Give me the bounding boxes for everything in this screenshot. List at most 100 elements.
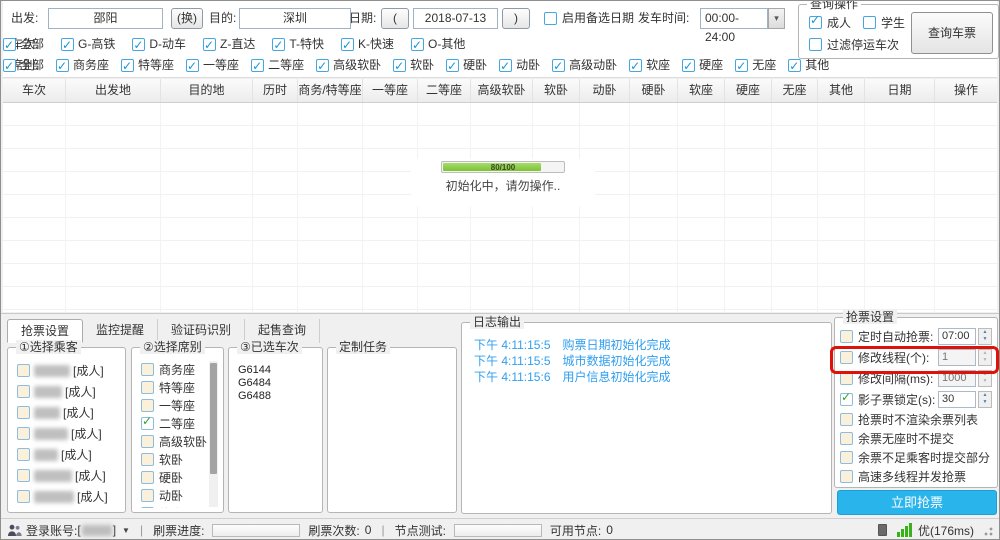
depart-time-select[interactable]: 00:00-24:00 — [700, 8, 768, 29]
table-column-header[interactable]: 一等座 — [363, 79, 418, 102]
grab-option-checkbox[interactable] — [840, 413, 853, 426]
seat-type-checkbox[interactable] — [499, 59, 512, 72]
selected-train-item[interactable]: G6144 — [233, 364, 318, 377]
seat-type-checkbox[interactable] — [316, 59, 329, 72]
seat-select-checkbox[interactable] — [141, 489, 154, 502]
grab-option-checkbox[interactable] — [840, 451, 853, 464]
train-type-checkbox[interactable] — [3, 38, 16, 51]
grab-setting-checkbox[interactable] — [840, 330, 853, 343]
passenger-checkbox[interactable] — [17, 364, 30, 377]
seat-select-row[interactable]: 二等座 — [136, 414, 219, 432]
seat-type-checkbox[interactable] — [251, 59, 264, 72]
grab-setting-value[interactable]: 30 — [938, 391, 976, 408]
table-column-header[interactable]: 日期 — [865, 79, 935, 102]
adult-checkbox[interactable] — [809, 16, 822, 29]
resize-grip[interactable] — [982, 525, 993, 536]
seat-select-checkbox[interactable] — [141, 471, 154, 484]
passenger-row[interactable]: [成人] — [12, 402, 121, 423]
swap-button[interactable]: (换) — [171, 8, 203, 29]
seat-select-row[interactable]: 一等座 — [136, 396, 219, 414]
seat-type-checkbox[interactable] — [186, 59, 199, 72]
seat-select-row[interactable]: 动卧 — [136, 486, 219, 504]
table-column-header[interactable]: 硬座 — [725, 79, 772, 102]
depart-input[interactable]: 邵阳 — [48, 8, 163, 29]
passenger-row[interactable]: [成人] — [12, 444, 121, 465]
passenger-row[interactable]: [成人] — [12, 381, 121, 402]
seat-type-checkbox[interactable] — [788, 59, 801, 72]
grab-setting-checkbox[interactable] — [840, 393, 853, 406]
student-checkbox[interactable] — [863, 16, 876, 29]
backup-date-checkbox[interactable] — [544, 12, 557, 25]
table-column-header[interactable]: 目的地 — [161, 79, 253, 102]
table-column-header[interactable]: 硬卧 — [630, 79, 678, 102]
seat-select-checkbox[interactable] — [141, 453, 154, 466]
seat-select-checkbox[interactable] — [141, 363, 154, 376]
table-column-header[interactable]: 高级软卧 — [471, 79, 533, 102]
passenger-checkbox[interactable] — [17, 385, 30, 398]
grab-now-button[interactable]: 立即抢票 — [837, 490, 997, 515]
table-column-header[interactable]: 车次 — [3, 79, 66, 102]
date-next-button[interactable]: ) — [502, 8, 530, 29]
table-column-header[interactable]: 其他 — [818, 79, 865, 102]
selected-train-item[interactable]: G6488 — [233, 390, 318, 403]
seat-select-row[interactable]: 商务座 — [136, 360, 219, 378]
passenger-checkbox[interactable] — [17, 448, 30, 461]
seat-type-checkbox[interactable] — [735, 59, 748, 72]
spinner-up-down-icon[interactable]: ▲▼ — [978, 391, 992, 408]
depart-time-arrow-icon[interactable]: ▾ — [768, 8, 785, 29]
seat-select-checkbox[interactable] — [141, 435, 154, 448]
grab-option-checkbox[interactable] — [840, 432, 853, 445]
train-type-checkbox[interactable] — [203, 38, 216, 51]
table-column-header[interactable]: 动卧 — [580, 79, 630, 102]
passenger-row[interactable]: [成人] — [12, 360, 121, 381]
train-type-checkbox[interactable] — [61, 38, 74, 51]
passenger-checkbox[interactable] — [17, 490, 30, 503]
seat-select-checkbox[interactable] — [141, 507, 154, 509]
passenger-row[interactable]: [成人] — [12, 423, 121, 444]
table-column-header[interactable]: 二等座 — [418, 79, 471, 102]
seat-select-row[interactable]: 硬卧 — [136, 468, 219, 486]
grab-setting-value[interactable]: 07:00 — [938, 328, 976, 345]
seat-select-row[interactable]: 软卧 — [136, 450, 219, 468]
table-column-header[interactable]: 操作 — [935, 79, 997, 102]
query-tickets-button[interactable]: 查询车票 — [911, 12, 993, 54]
table-column-header[interactable]: 软卧 — [533, 79, 580, 102]
passenger-checkbox[interactable] — [17, 469, 30, 482]
table-column-header[interactable]: 商务/特等座 — [298, 79, 363, 102]
seat-type-checkbox[interactable] — [552, 59, 565, 72]
account-dropdown-icon[interactable]: ▼ — [122, 526, 130, 535]
date-prev-button[interactable]: ( — [381, 8, 409, 29]
passenger-checkbox[interactable] — [17, 406, 30, 419]
seat-type-checkbox[interactable] — [446, 59, 459, 72]
train-type-checkbox[interactable] — [341, 38, 354, 51]
seat-select-row[interactable]: 高级软卧 — [136, 432, 219, 450]
passenger-row[interactable]: [成人] — [12, 486, 121, 507]
grab-option-checkbox[interactable] — [840, 470, 853, 483]
seat-select-checkbox[interactable] — [141, 381, 154, 394]
selected-train-item[interactable]: G6484 — [233, 377, 318, 390]
table-column-header[interactable]: 历时 — [253, 79, 298, 102]
seat-type-checkbox[interactable] — [629, 59, 642, 72]
train-type-checkbox[interactable] — [411, 38, 424, 51]
train-type-checkbox[interactable] — [272, 38, 285, 51]
seat-type-checkbox[interactable] — [56, 59, 69, 72]
table-column-header[interactable]: 软座 — [678, 79, 725, 102]
seat-select-checkbox[interactable] — [141, 417, 154, 430]
spinner-up-down-icon[interactable]: ▲▼ — [978, 328, 992, 345]
table-column-header[interactable]: 无座 — [772, 79, 818, 102]
seat-select-row[interactable]: 软座 — [136, 504, 219, 508]
dest-input[interactable]: 深圳 — [239, 8, 351, 29]
seat-type-checkbox[interactable] — [3, 59, 16, 72]
seat-type-checkbox[interactable] — [121, 59, 134, 72]
seat-type-checkbox[interactable] — [393, 59, 406, 72]
scrollbar-thumb[interactable] — [210, 363, 217, 474]
passenger-row[interactable]: [成人] — [12, 465, 121, 486]
filter-stopped-checkbox[interactable] — [809, 38, 822, 51]
date-input[interactable]: 2018-07-13 — [413, 8, 498, 29]
train-type-checkbox[interactable] — [132, 38, 145, 51]
seat-select-row[interactable]: 特等座 — [136, 378, 219, 396]
seat-select-checkbox[interactable] — [141, 399, 154, 412]
seat-list-scrollbar[interactable] — [209, 361, 218, 507]
seat-type-checkbox[interactable] — [682, 59, 695, 72]
passenger-checkbox[interactable] — [17, 427, 30, 440]
